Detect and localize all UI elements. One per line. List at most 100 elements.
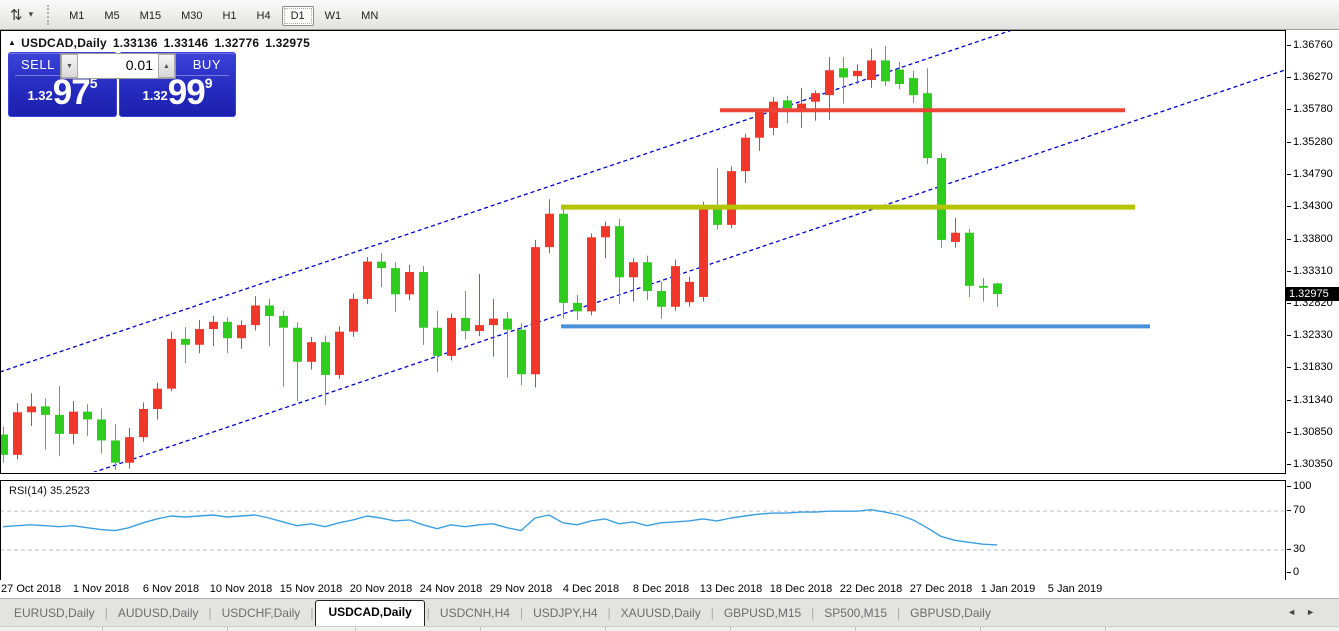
candle-body xyxy=(167,339,176,389)
candle-body xyxy=(573,303,582,312)
candle-body xyxy=(13,412,22,455)
price-tick: 1.33800 xyxy=(1293,233,1333,245)
date-axis[interactable]: 27 Oct 20181 Nov 20186 Nov 201810 Nov 20… xyxy=(0,581,1339,598)
tab-eurusd-daily[interactable]: EURUSD,Daily xyxy=(4,601,105,626)
candle-body xyxy=(0,435,8,455)
candle-body xyxy=(195,329,204,345)
timeframe-button-w1[interactable]: W1 xyxy=(316,6,351,26)
candle-body xyxy=(475,325,484,331)
tab-xauusd-daily[interactable]: XAUUSD,Daily xyxy=(611,601,711,626)
candle-body xyxy=(27,406,36,412)
price-tick: 1.36270 xyxy=(1293,71,1333,83)
buy-price-pip: 9 xyxy=(205,75,213,91)
tab-gbpusd-m15[interactable]: GBPUSD,M15 xyxy=(714,601,811,626)
timeframe-button-h4[interactable]: H4 xyxy=(248,6,280,26)
status-divider xyxy=(1105,627,1106,631)
status-divider xyxy=(102,627,103,631)
tab-gbpusd-daily[interactable]: GBPUSD,Daily xyxy=(900,601,1001,626)
buy-price: 1.32999 xyxy=(120,73,235,113)
candle-body xyxy=(783,100,792,108)
tab-scroll-right-icon[interactable]: ► xyxy=(1306,607,1325,617)
candle-body xyxy=(41,406,50,415)
lot-increase-button[interactable]: ▲ xyxy=(158,54,175,78)
lot-decrease-button[interactable]: ▼ xyxy=(61,54,78,78)
tab-usdcnh-h4[interactable]: USDCNH,H4 xyxy=(430,601,520,626)
candle-body xyxy=(825,70,834,95)
status-divider xyxy=(227,627,228,631)
candle-body xyxy=(461,318,470,331)
lower-channel-line[interactable] xyxy=(0,70,1285,504)
candle-body xyxy=(265,305,274,315)
one-click-trading-panel: SELL 1.32975 BUY 1.32999 ▼ 0.01 ▲ xyxy=(8,52,234,115)
rsi-axis-tick: 100 xyxy=(1293,480,1311,492)
timeframe-button-h1[interactable]: H1 xyxy=(213,6,245,26)
candle-body xyxy=(923,93,932,158)
candle-body xyxy=(867,60,876,80)
symbol-tab-bar: EURUSD,Daily|AUDUSD,Daily|USDCHF,Daily|U… xyxy=(0,598,1339,626)
rsi-line xyxy=(3,510,997,545)
timeframe-button-m30[interactable]: M30 xyxy=(172,6,211,26)
candle-body xyxy=(993,283,1002,294)
tabs: EURUSD,Daily|AUDUSD,Daily|USDCHF,Daily|U… xyxy=(4,600,1001,626)
toolbar-grip[interactable] xyxy=(47,5,49,25)
price-tick: 1.33310 xyxy=(1293,265,1333,277)
price-axis[interactable]: 1.367601.362701.357801.352801.347901.343… xyxy=(1286,30,1339,580)
sell-label: SELL xyxy=(21,57,55,72)
price-tick: 1.35780 xyxy=(1293,103,1333,115)
price-tick: 1.34300 xyxy=(1293,200,1333,212)
timeframe-button-m15[interactable]: M15 xyxy=(131,6,170,26)
candle-body xyxy=(615,226,624,277)
sell-price-prefix: 1.32 xyxy=(27,88,52,103)
candle-body xyxy=(951,233,960,242)
status-divider xyxy=(480,627,481,631)
candle-body xyxy=(251,305,260,325)
candle-body xyxy=(587,237,596,311)
toolbar-dropdown-caret[interactable]: ▾ xyxy=(29,9,34,20)
chart-shift-icon[interactable]: ⇅ xyxy=(10,6,23,24)
tab-audusd-daily[interactable]: AUDUSD,Daily xyxy=(108,601,209,626)
date-tick: 13 Dec 2018 xyxy=(700,583,762,595)
status-divider xyxy=(605,627,606,631)
tab-scroll-left-icon[interactable]: ◄ xyxy=(1287,607,1306,617)
timeframe-button-mn[interactable]: MN xyxy=(352,6,387,26)
collapse-arrow-icon[interactable]: ▲ xyxy=(8,38,16,47)
candle-body xyxy=(69,412,78,434)
date-tick: 6 Nov 2018 xyxy=(143,583,199,595)
candle-body xyxy=(839,68,848,77)
status-divider xyxy=(355,627,356,631)
tab-usdcad-daily[interactable]: USDCAD,Daily xyxy=(315,600,424,626)
tab-usdjpy-h4[interactable]: USDJPY,H4 xyxy=(523,601,607,626)
candle-body xyxy=(755,112,764,138)
status-strip xyxy=(0,626,1339,631)
candle-body xyxy=(97,419,106,440)
candle-body xyxy=(363,262,372,299)
timeframe-button-m1[interactable]: M1 xyxy=(60,6,93,26)
candle-body xyxy=(405,272,414,294)
lot-size-input[interactable]: 0.01 xyxy=(78,54,158,78)
date-tick: 29 Nov 2018 xyxy=(490,583,552,595)
candle-body xyxy=(937,158,946,240)
candle-body xyxy=(741,138,750,171)
tab-sp500-m15[interactable]: SP500,M15 xyxy=(814,601,897,626)
chart-title: ▲USDCAD,Daily1.331361.331461.327761.3297… xyxy=(8,36,316,50)
candle-body xyxy=(419,272,428,328)
candle-body xyxy=(181,339,190,345)
tab-scroll-arrows: ◄► xyxy=(1287,607,1325,617)
date-tick: 1 Jan 2019 xyxy=(981,583,1035,595)
timeframe-button-m5[interactable]: M5 xyxy=(95,6,128,26)
candle-body xyxy=(699,205,708,297)
timeframe-button-d1[interactable]: D1 xyxy=(282,6,314,26)
candle-body xyxy=(797,104,806,109)
candle-body xyxy=(293,328,302,362)
buy-label: BUY xyxy=(193,57,221,72)
candle-body xyxy=(153,389,162,409)
timeframe-toolbar: ⇅ ▾ M1M5M15M30H1H4D1W1MN xyxy=(0,0,1339,30)
rsi-panel[interactable] xyxy=(0,510,1285,550)
tab-usdchf-daily[interactable]: USDCHF,Daily xyxy=(212,601,311,626)
candle-body xyxy=(279,316,288,328)
candle-body xyxy=(657,291,666,307)
timeframe-buttons: M1M5M15M30H1H4D1W1MN xyxy=(59,6,388,24)
candle-body xyxy=(671,266,680,307)
lot-size-control: ▼ 0.01 ▲ xyxy=(60,53,176,79)
candle-body xyxy=(979,286,988,288)
